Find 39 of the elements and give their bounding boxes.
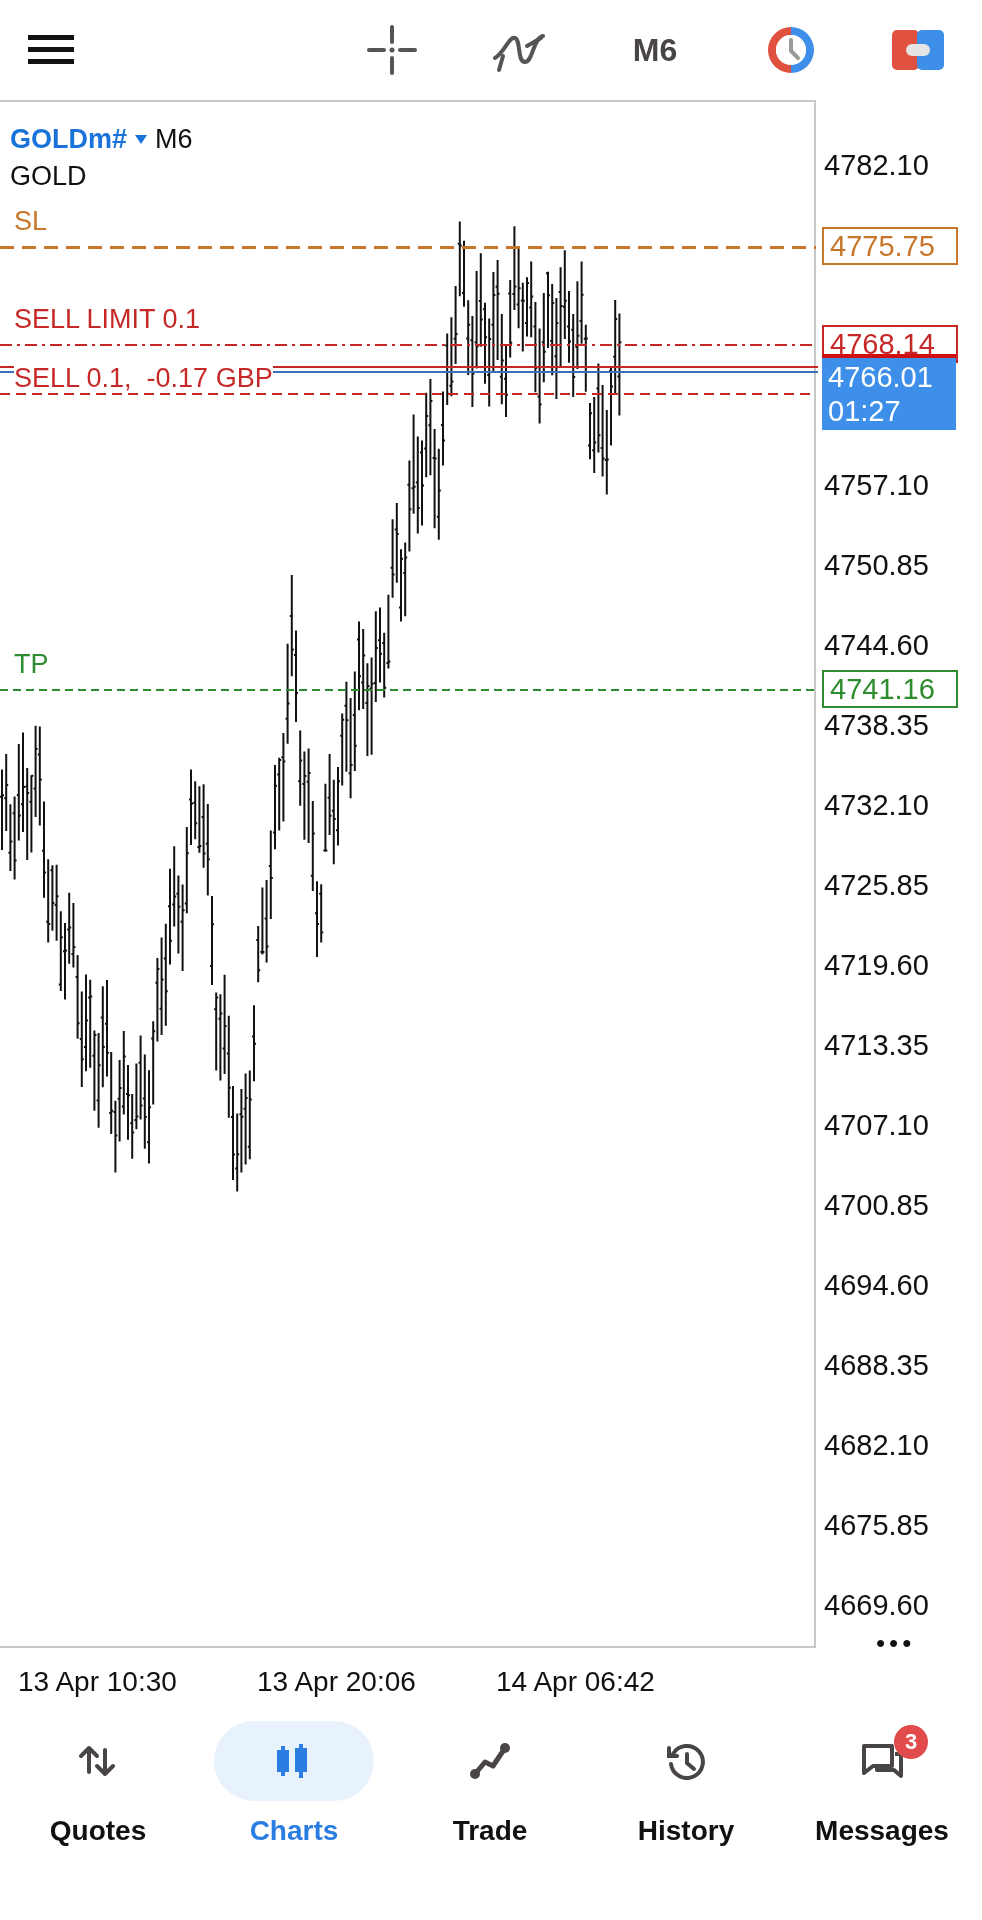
- bid-price-tag: 4766.01 01:27: [822, 353, 956, 430]
- toggle-icon[interactable]: [892, 30, 945, 70]
- price-label: 4732.10: [824, 788, 929, 822]
- dropdown-icon[interactable]: [135, 135, 148, 144]
- trend-icon: [469, 1742, 511, 1780]
- price-label: 4782.10: [824, 148, 929, 182]
- price-label: 4725.85: [824, 868, 929, 902]
- price-label: 4682.10: [824, 1428, 929, 1462]
- price-label: 4700.85: [824, 1188, 929, 1222]
- price-label: 4713.35: [824, 1028, 929, 1062]
- timeframe-button[interactable]: M6: [632, 31, 678, 69]
- unread-badge: 3: [894, 1725, 928, 1759]
- time-label: 13 Apr 20:06: [257, 1666, 417, 1698]
- price-tag: 4741.16: [822, 670, 958, 709]
- symbol-selector[interactable]: GOLDm# M6: [10, 124, 193, 155]
- more-button[interactable]: •••: [876, 1628, 916, 1659]
- crosshair-icon[interactable]: [365, 24, 418, 76]
- time-label: 13 Apr 10:30: [18, 1666, 178, 1698]
- price-label: 4675.85: [824, 1508, 929, 1542]
- symbol-description: GOLD: [10, 161, 88, 192]
- nav-tab[interactable]: 3 Messages: [784, 1721, 980, 1911]
- price-label: 4669.60: [824, 1588, 929, 1622]
- price-label: 4707.10: [824, 1108, 929, 1142]
- price-label: 4744.60: [824, 628, 929, 662]
- chat-icon: [861, 1742, 903, 1780]
- price-label: 4688.35: [824, 1348, 929, 1382]
- menu-icon[interactable]: [28, 33, 74, 67]
- nav-tab[interactable]: History: [588, 1721, 784, 1911]
- price-label: 4719.60: [824, 948, 929, 982]
- price-tag: 4775.75: [822, 227, 958, 266]
- nav-tab[interactable]: Charts: [196, 1721, 392, 1911]
- price-label: 4738.35: [824, 708, 929, 742]
- nav-tab[interactable]: Quotes: [0, 1721, 196, 1911]
- price-label: 4750.85: [824, 548, 929, 582]
- time-label: 14 Apr 06:42: [496, 1666, 656, 1698]
- history-icon: [665, 1742, 707, 1780]
- nav-tab[interactable]: Trade: [392, 1721, 588, 1911]
- price-label: 4694.60: [824, 1268, 929, 1302]
- price-label: 4757.10: [824, 468, 929, 502]
